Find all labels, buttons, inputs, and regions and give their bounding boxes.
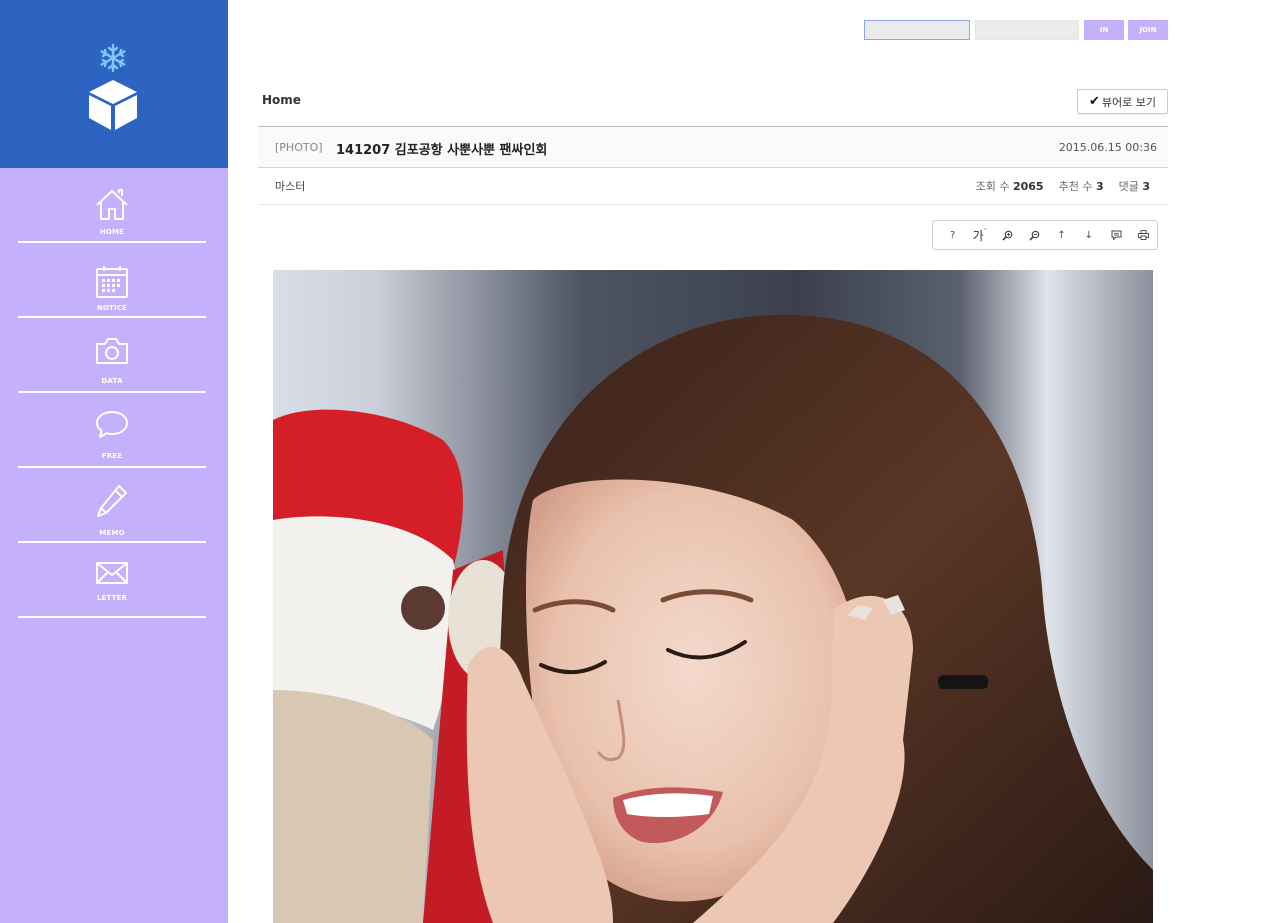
sidebar-item-notice[interactable]: NOTICE: [18, 243, 206, 318]
comment-button[interactable]: [1103, 221, 1130, 249]
login-button[interactable]: IN: [1084, 20, 1124, 40]
snowflake-icon: [100, 43, 126, 73]
sidebar-item-memo[interactable]: MEMO: [18, 468, 206, 543]
viewer-button-label: 뷰어로 보기: [1101, 95, 1156, 109]
breadcrumb[interactable]: Home: [262, 93, 301, 107]
post-category[interactable]: [PHOTO]: [275, 141, 323, 154]
post-title: 141207 김포공항 사뿐사뿐 팬싸인회: [336, 143, 548, 158]
post-stats: 조회 수 2065 추천 수 3 댓글 3: [976, 178, 1150, 194]
help-button[interactable]: ?: [939, 221, 966, 249]
comment-icon: [1111, 230, 1122, 240]
login-id-input[interactable]: [864, 20, 970, 40]
zoom-in-icon: [1002, 230, 1012, 241]
sidebar-item-label: LETTER: [96, 594, 128, 602]
comment-count[interactable]: 댓글 3: [1119, 178, 1150, 194]
join-button[interactable]: JOIN: [1128, 20, 1168, 40]
recommend-count: 추천 수 3: [1058, 180, 1104, 193]
sidebar-item-home[interactable]: HOME: [18, 168, 206, 243]
calendar-icon: [96, 266, 128, 298]
pencil-icon: [97, 485, 127, 517]
envelope-icon: [96, 562, 128, 584]
home-icon: [96, 189, 128, 220]
sidebar-item-label: DATA: [101, 377, 123, 385]
post-date: 2015.06.15 00:36: [1058, 141, 1157, 154]
view-count: 조회 수 2065: [975, 180, 1044, 193]
camera-icon: [96, 338, 128, 364]
post-author[interactable]: 마스터: [275, 178, 305, 194]
post-meta: 마스터 조회 수 2065 추천 수 3 댓글 3: [258, 168, 1168, 205]
speech-bubble-icon: [96, 411, 128, 438]
post-header: [PHOTO] 141207 김포공항 사뿐사뿐 팬싸인회 2015.06.15…: [258, 126, 1168, 168]
sidebar: HOME NOTICE DATA FREE MEMO LETTER: [0, 0, 228, 923]
view-in-viewer-button[interactable]: ✔ 뷰어로 보기: [1077, 89, 1168, 114]
scroll-down-button[interactable]: ↓: [1075, 221, 1102, 249]
checkmark-icon: ✔: [1088, 94, 1100, 109]
zoom-out-button[interactable]: [1021, 221, 1048, 249]
sidebar-item-label: FREE: [101, 452, 123, 460]
post-toolbar: ? 가ˇ ↑ ↓: [932, 220, 1158, 250]
font-size-button[interactable]: 가ˇ: [966, 221, 993, 249]
post-photo: [273, 270, 1153, 923]
sidebar-nav: HOME NOTICE DATA FREE MEMO LETTER: [0, 168, 228, 618]
post-image: [273, 270, 1153, 923]
zoom-in-button[interactable]: [994, 221, 1021, 249]
zoom-out-icon: [1029, 230, 1040, 241]
cube-icon: [89, 80, 137, 130]
sidebar-item-label: NOTICE: [96, 304, 128, 312]
sidebar-item-data[interactable]: DATA: [18, 318, 206, 393]
sidebar-item-label: MEMO: [99, 529, 125, 537]
sidebar-item-free[interactable]: FREE: [18, 393, 206, 468]
sidebar-item-letter[interactable]: LETTER: [18, 543, 206, 618]
scroll-up-button[interactable]: ↑: [1048, 221, 1075, 249]
login-password-input[interactable]: [975, 20, 1079, 40]
print-button[interactable]: [1130, 221, 1157, 249]
sidebar-item-label: HOME: [99, 228, 125, 236]
print-icon: [1137, 230, 1149, 240]
logo[interactable]: [0, 0, 228, 168]
